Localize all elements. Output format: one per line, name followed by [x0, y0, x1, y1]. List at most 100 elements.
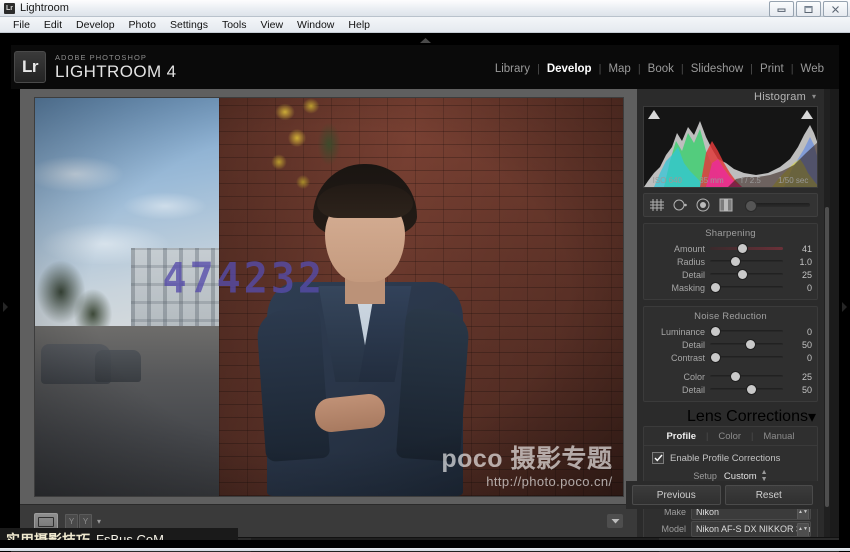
left-panel-toggle[interactable]	[0, 294, 11, 320]
chevron-down-icon[interactable]: ▾	[812, 92, 816, 101]
slider-knob[interactable]	[710, 282, 720, 292]
graduated-filter-icon[interactable]	[718, 198, 734, 212]
menu-item-view[interactable]: View	[253, 17, 290, 33]
slider-knob[interactable]	[731, 371, 741, 381]
spot-removal-icon[interactable]	[672, 198, 688, 212]
slider-track[interactable]	[710, 243, 783, 253]
module-develop[interactable]: Develop	[540, 61, 599, 77]
setup-value[interactable]: Custom	[724, 471, 757, 482]
slider-track[interactable]	[710, 352, 783, 362]
top-panel-toggle[interactable]	[410, 34, 440, 44]
module-web[interactable]: Web	[794, 61, 831, 77]
menu-item-settings[interactable]: Settings	[163, 17, 215, 33]
chevron-down-icon[interactable]: ▾	[97, 517, 101, 526]
exif-iso: ISO 640	[652, 176, 682, 185]
slider-track[interactable]	[710, 256, 783, 266]
slider-knob[interactable]	[710, 326, 720, 336]
slider-value[interactable]: 41	[783, 244, 812, 254]
slider-row-detail[interactable]: Detail 25	[644, 268, 817, 281]
slider-row-luminance[interactable]: Luminance 0	[644, 325, 817, 338]
slider-knob[interactable]	[710, 352, 720, 362]
menu-item-edit[interactable]: Edit	[37, 17, 69, 33]
tab-profile[interactable]: Profile	[656, 431, 706, 442]
right-panel-scrollbar[interactable]	[824, 89, 830, 537]
minimize-button[interactable]	[769, 1, 794, 17]
tool-amount-slider[interactable]	[745, 200, 810, 212]
reset-button[interactable]: Reset	[724, 485, 813, 505]
slider-knob[interactable]	[747, 384, 757, 394]
previous-button[interactable]: Previous	[632, 485, 721, 505]
slider-value[interactable]: 25	[783, 372, 812, 382]
menu-item-help[interactable]: Help	[341, 17, 377, 33]
lens-model-row[interactable]: Model Nikon AF-S DX NIKKOR 35mm... ▲▼	[644, 520, 817, 537]
updown-chevron-icon[interactable]: ▲▼	[797, 522, 809, 536]
slider-value[interactable]: 50	[783, 385, 812, 395]
histogram-graph[interactable]: ISO 640 35 mm f / 2.5 1/50 sec	[643, 106, 818, 188]
photo-watermark: poco 摄影专题 http://photo.poco.cn/	[441, 446, 612, 488]
slider-knob[interactable]	[745, 339, 755, 349]
module-print[interactable]: Print	[753, 61, 791, 77]
scrollbar-thumb[interactable]	[825, 207, 829, 507]
exif-readout: ISO 640 35 mm f / 2.5 1/50 sec	[644, 176, 817, 185]
red-eye-icon[interactable]	[695, 198, 711, 212]
highlight-clipping-icon[interactable]	[801, 110, 813, 119]
slider-value[interactable]: 0	[783, 283, 812, 293]
tab-color[interactable]: Color	[708, 431, 751, 442]
slider-knob[interactable]	[738, 269, 748, 279]
menu-item-photo[interactable]: Photo	[122, 17, 163, 33]
slider-track[interactable]	[710, 339, 783, 349]
slider-value[interactable]: 50	[783, 340, 812, 350]
histogram-svg	[644, 121, 817, 187]
slider-label: Detail	[681, 384, 705, 395]
lightroom-logo-icon: Lr	[14, 51, 46, 83]
menu-item-develop[interactable]: Develop	[69, 17, 122, 33]
slider-label: Masking	[671, 282, 705, 293]
slider-row-amount[interactable]: Amount 41	[644, 242, 817, 255]
slider-row-radius[interactable]: Radius 1.0	[644, 255, 817, 268]
slider-value[interactable]: 1.0	[783, 257, 812, 267]
right-panel-toggle[interactable]	[839, 294, 850, 320]
left-panel-collapsed[interactable]	[11, 89, 20, 537]
slider-row-masking[interactable]: Masking 0	[644, 281, 817, 294]
close-button[interactable]	[823, 1, 848, 17]
slider-row-nr-color-detail[interactable]: Detail 50	[644, 383, 817, 396]
slider-row-nr-color[interactable]: Color 25	[644, 370, 817, 383]
histogram-panel-header[interactable]: Histogram ▾	[637, 89, 824, 104]
slider-label: Detail	[681, 339, 705, 350]
menu-item-window[interactable]: Window	[290, 17, 341, 33]
slider-row-nr-detail[interactable]: Detail 50	[644, 338, 817, 351]
content-row: 474232 poco 摄影专题 http://photo.poco.cn/ Y…	[11, 89, 839, 538]
module-library[interactable]: Library	[488, 61, 537, 77]
lens-corrections-header[interactable]: Lens Corrections ▾	[637, 407, 824, 427]
slider-value[interactable]: 0	[783, 353, 812, 363]
slider-knob[interactable]	[731, 256, 741, 266]
slider-label: Amount	[673, 243, 705, 254]
slider-value[interactable]: 0	[783, 327, 812, 337]
slider-track[interactable]	[710, 282, 783, 292]
toolbar-options-chevron-down-icon[interactable]	[607, 514, 623, 528]
shadow-clipping-icon[interactable]	[648, 110, 660, 119]
slider-row-nr-contrast[interactable]: Contrast 0	[644, 351, 817, 364]
lens-model-select[interactable]: Nikon AF-S DX NIKKOR 35mm... ▲▼	[691, 520, 811, 537]
slider-knob[interactable]	[738, 243, 748, 253]
module-book[interactable]: Book	[641, 61, 681, 77]
menu-item-tools[interactable]: Tools	[215, 17, 254, 33]
center-pane: 474232 poco 摄影专题 http://photo.poco.cn/ Y…	[20, 89, 637, 538]
slider-track[interactable]	[710, 371, 783, 381]
photo-preview[interactable]: 474232 poco 摄影专题 http://photo.poco.cn/	[34, 97, 623, 496]
chevron-down-icon[interactable]: ▾	[808, 407, 816, 427]
menu-item-file[interactable]: File	[6, 17, 37, 33]
slider-value[interactable]: 25	[783, 270, 812, 280]
enable-profile-corrections-row[interactable]: Enable Profile Corrections	[644, 446, 817, 467]
slider-track[interactable]	[710, 269, 783, 279]
slider-track[interactable]	[710, 384, 783, 394]
tool-amount-slider-knob[interactable]	[745, 200, 757, 212]
checkbox-icon[interactable]	[652, 452, 664, 464]
module-map[interactable]: Map	[601, 61, 637, 77]
slider-track[interactable]	[710, 326, 783, 336]
preview-area[interactable]: 474232 poco 摄影专题 http://photo.poco.cn/	[20, 89, 637, 504]
maximize-button[interactable]	[796, 1, 821, 17]
crop-overlay-icon[interactable]	[649, 198, 665, 212]
tab-manual[interactable]: Manual	[753, 431, 804, 442]
module-slideshow[interactable]: Slideshow	[684, 61, 750, 77]
